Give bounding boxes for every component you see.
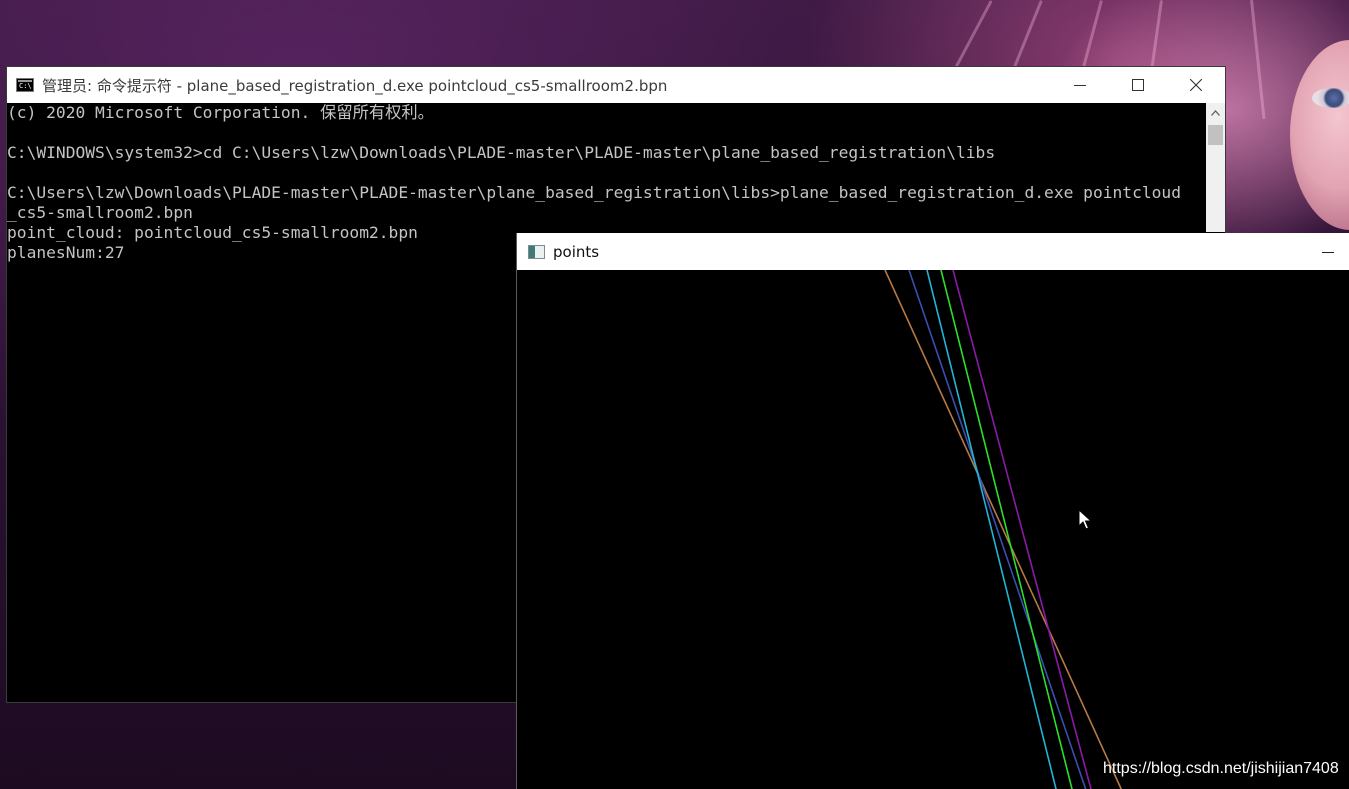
plane-line (908, 270, 1087, 789)
minimize-icon (1074, 85, 1086, 86)
chevron-up-icon (1211, 110, 1220, 116)
console-line: C:\Users\lzw\Downloads\PLADE-master\PLAD… (7, 183, 1181, 202)
plane-line (940, 270, 1073, 789)
maximize-icon (1132, 79, 1144, 91)
window-title: 管理员: 命令提示符 - plane_based_registration_d.… (42, 76, 668, 95)
maximize-button[interactable] (1109, 67, 1167, 103)
wallpaper-eye (1312, 88, 1349, 108)
point-cloud-canvas[interactable] (517, 270, 1349, 789)
minimize-button[interactable] (1051, 67, 1109, 103)
close-icon (1190, 79, 1202, 91)
console-icon-label: C:\ (19, 82, 32, 90)
console-line: (c) 2020 Microsoft Corporation. 保留所有权利。 (7, 103, 434, 122)
minimize-icon (1322, 251, 1334, 253)
scroll-up-button[interactable] (1206, 103, 1225, 123)
vertical-scrollbar[interactable] (1206, 103, 1225, 232)
console-icon: C:\ (16, 78, 34, 92)
window-controls (1051, 67, 1225, 103)
points-window[interactable]: points (516, 233, 1349, 789)
scroll-thumb[interactable] (1208, 125, 1223, 145)
wallpaper-face (1290, 40, 1349, 230)
command-prompt-titlebar[interactable]: C:\ 管理员: 命令提示符 - plane_based_registratio… (7, 67, 1225, 103)
console-line: _cs5-smallroom2.bpn (7, 203, 193, 222)
points-titlebar[interactable]: points (517, 233, 1349, 270)
window-title: points (553, 242, 600, 261)
app-window-icon (528, 244, 545, 259)
plane-line (952, 270, 1092, 789)
mouse-pointer-icon (1078, 508, 1093, 535)
plane-line (926, 270, 1057, 789)
console-line: C:\WINDOWS\system32>cd C:\Users\lzw\Down… (7, 143, 996, 162)
watermark-text: https://blog.csdn.net/jishijian7408 (1103, 760, 1339, 777)
wallpaper-hair-strand (1250, 0, 1266, 120)
minimize-button[interactable] (1308, 233, 1348, 270)
close-button[interactable] (1167, 67, 1225, 103)
